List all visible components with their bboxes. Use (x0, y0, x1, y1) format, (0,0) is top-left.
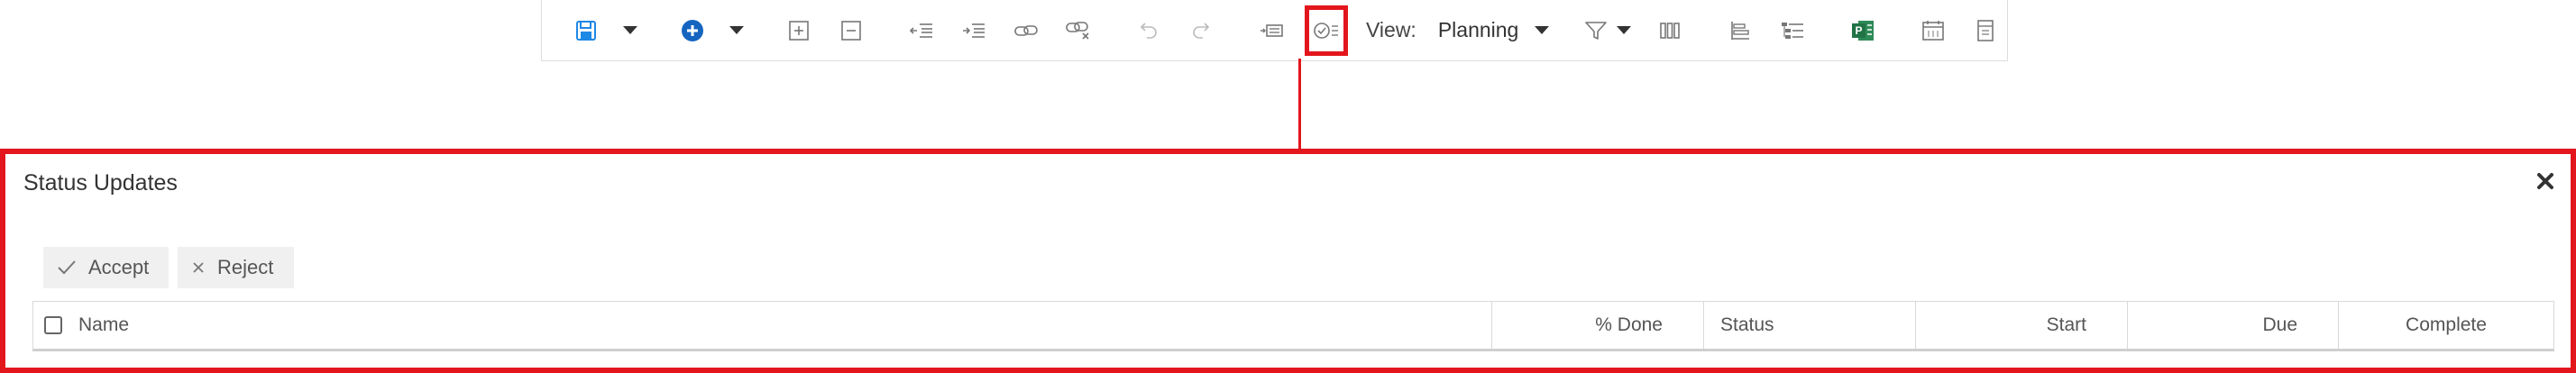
unlink-icon (1066, 21, 1089, 40)
accept-button[interactable]: Accept (43, 247, 169, 288)
critical-path-icon (1782, 22, 1804, 39)
add-circle-icon (682, 19, 703, 41)
chevron-down-icon (1535, 26, 1550, 34)
column-header-status-label: Status (1720, 314, 1774, 335)
add-task-dropdown[interactable] (723, 5, 750, 56)
checkmark-icon (56, 259, 78, 277)
save-icon (576, 20, 596, 41)
redo-icon (1193, 22, 1210, 39)
outdent-button[interactable] (900, 5, 943, 56)
columns-icon (1660, 22, 1681, 39)
critical-path-button[interactable] (1771, 5, 1814, 56)
calendar-icon (1922, 20, 1945, 41)
toolbar: View: Planning P (541, 0, 2008, 61)
expand-icon (789, 20, 809, 41)
columns-button[interactable] (1648, 5, 1691, 56)
column-header-due[interactable]: Due (2127, 302, 2338, 349)
view-label: View: (1366, 18, 1416, 41)
collapse-icon (841, 20, 861, 41)
indent-icon (963, 23, 985, 38)
accept-label: Accept (88, 256, 150, 278)
select-all-checkbox[interactable] (44, 316, 62, 334)
column-header-name[interactable]: Name (33, 302, 1491, 349)
callout-connector-line (1298, 59, 1301, 150)
column-header-due-label: Due (2262, 314, 2297, 335)
dropdown-caret-icon (729, 26, 744, 34)
link-tasks-button[interactable] (1004, 5, 1048, 56)
save-button[interactable] (564, 5, 608, 56)
project-icon: P (1852, 20, 1875, 41)
calendar-button[interactable] (1911, 5, 1955, 56)
indent-button[interactable] (952, 5, 995, 56)
column-header-start-label: Start (2046, 314, 2086, 335)
column-header-start[interactable]: Start (1915, 302, 2127, 349)
collapse-button[interactable] (830, 5, 873, 56)
column-header-percent-done[interactable]: % Done (1491, 302, 1703, 349)
reject-label: Reject (217, 256, 274, 278)
save-options-dropdown[interactable] (617, 5, 644, 56)
unlink-tasks-button[interactable] (1057, 5, 1100, 56)
column-header-complete[interactable]: Complete (2338, 302, 2553, 349)
print-button[interactable] (1964, 5, 2007, 56)
link-icon (1014, 24, 1038, 36)
column-header-status[interactable]: Status (1703, 302, 1915, 349)
status-updates-icon (1314, 22, 1338, 39)
outdent-icon (909, 23, 932, 38)
close-button[interactable] (2533, 168, 2558, 194)
panel-title: Status Updates (23, 170, 178, 196)
dropdown-caret-icon (1617, 26, 1632, 34)
scroll-to-task-icon (1260, 23, 1283, 37)
expand-button[interactable] (777, 5, 820, 56)
undo-button[interactable] (1127, 5, 1170, 56)
view-select[interactable]: Planning (1429, 5, 1559, 56)
reject-button[interactable]: Reject (178, 247, 294, 288)
view-select-value: Planning (1437, 18, 1519, 41)
column-header-percent-done-label: % Done (1595, 314, 1663, 335)
close-icon (2537, 173, 2553, 189)
status-updates-panel: Status Updates Accept Reject Name % Done (0, 149, 2576, 373)
gantt-bar-icon (1731, 21, 1750, 40)
filter-button[interactable] (1576, 5, 1639, 56)
column-header-complete-label: Complete (2406, 314, 2487, 335)
svg-text:P: P (1856, 24, 1863, 37)
column-header-name-label: Name (78, 314, 130, 335)
status-updates-button[interactable] (1305, 5, 1348, 56)
x-icon (190, 259, 206, 276)
gantt-bar-button[interactable] (1719, 5, 1762, 56)
dropdown-caret-icon (623, 26, 637, 34)
undo-icon (1140, 22, 1157, 39)
scroll-to-task-button[interactable] (1250, 5, 1293, 56)
project-export-button[interactable]: P (1841, 5, 1884, 56)
status-updates-grid-header: Name % Done Status Start Due Complete (32, 301, 2554, 351)
print-icon (1977, 19, 1994, 41)
add-task-button[interactable] (671, 5, 714, 56)
filter-icon (1585, 21, 1608, 40)
redo-button[interactable] (1179, 5, 1223, 56)
